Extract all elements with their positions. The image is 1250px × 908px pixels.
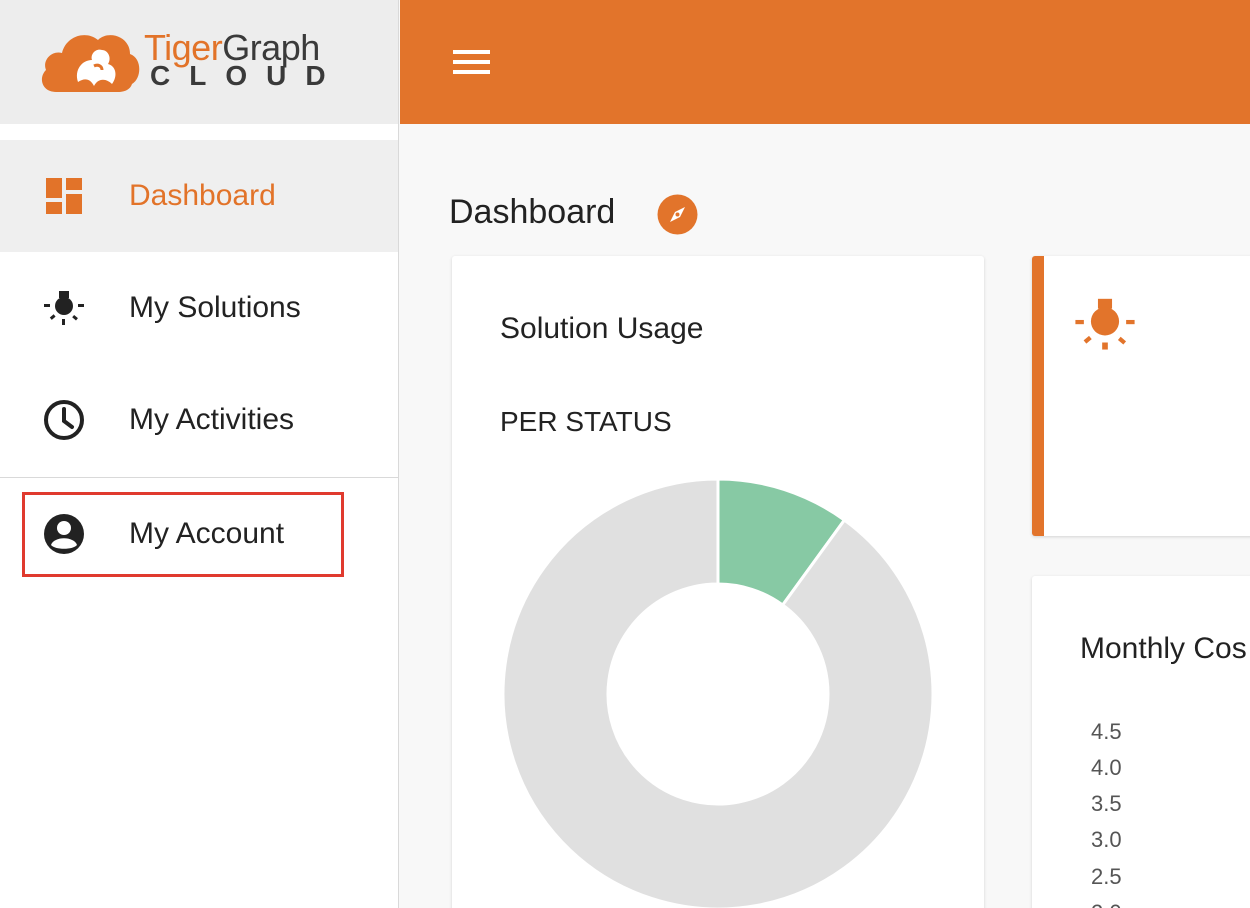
- page-title: Dashboard: [449, 193, 616, 231]
- logo[interactable]: TigerGraph CLOUD: [0, 0, 398, 124]
- logo-subtitle: CLOUD: [150, 60, 345, 91]
- sidebar-item-label: Dashboard: [129, 179, 276, 212]
- lightbulb-icon: [44, 291, 84, 325]
- y-tick-label: 4.0: [1091, 755, 1122, 780]
- sidebar-item-my-activities[interactable]: My Activities: [0, 364, 398, 476]
- account-circle-icon: [44, 514, 84, 554]
- y-tick-label: 2.0: [1091, 900, 1122, 908]
- card-title: Solution Usage: [500, 312, 704, 345]
- sidebar-item-my-account[interactable]: My Account: [0, 478, 398, 590]
- sidebar-item-label: My Activities: [129, 403, 295, 436]
- sidebar-item-my-solutions[interactable]: My Solutions: [0, 252, 398, 364]
- y-tick-label: 3.5: [1091, 791, 1122, 816]
- sidebar-item-label: My Solutions: [129, 291, 301, 324]
- top-bar: [400, 0, 1250, 124]
- y-tick-label: 2.5: [1091, 864, 1122, 889]
- sidebar-item-label: My Account: [129, 517, 285, 550]
- sidebar-nav: Dashboard My Solutions My Activities My …: [0, 140, 398, 590]
- compass-icon[interactable]: [657, 194, 698, 235]
- solution-usage-card: Solution Usage PER STATUS: [452, 256, 984, 908]
- donut-slice-1[interactable]: [502, 478, 934, 908]
- card-subtitle: PER STATUS: [500, 406, 672, 437]
- lightbulb-icon: [1075, 298, 1135, 350]
- status-donut-chart: [502, 478, 934, 908]
- sidebar: TigerGraph CLOUD Dashboard My Solutions …: [0, 0, 399, 908]
- y-tick-label: 4.5: [1091, 719, 1122, 744]
- clock-icon: [44, 400, 84, 440]
- tiger-cloud-logo-icon: [41, 35, 140, 92]
- dashboard-icon: [46, 178, 82, 214]
- hamburger-menu-icon[interactable]: [453, 50, 490, 76]
- card-title: Monthly Cos: [1080, 632, 1247, 665]
- solutions-summary-card: [1032, 256, 1250, 536]
- monthly-cost-card: Monthly Cos 4.5 4.0 3.5 3.0 2.5 2.0: [1032, 576, 1250, 908]
- y-tick-label: 3.0: [1091, 827, 1122, 852]
- sidebar-item-dashboard[interactable]: Dashboard: [0, 140, 398, 252]
